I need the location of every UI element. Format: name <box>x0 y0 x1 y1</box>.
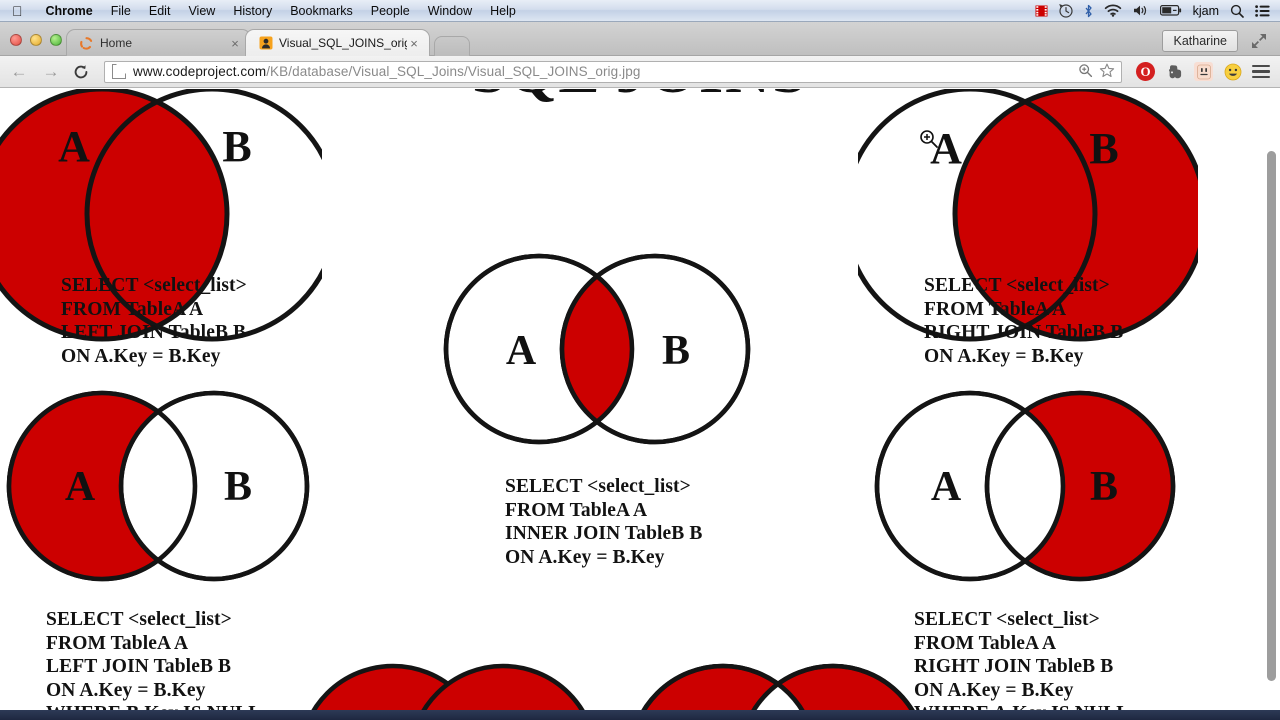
back-arrow-icon[interactable]: ← <box>6 59 32 85</box>
menu-item-chrome[interactable]: Chrome <box>37 0 102 22</box>
svg-text:B: B <box>1090 464 1118 510</box>
menu-item-history[interactable]: History <box>224 0 281 22</box>
chrome-home-favicon-icon <box>79 36 94 51</box>
tab-visual-sql-joins-image[interactable]: Visual_SQL_JOINS_orig.jpg × <box>245 29 430 56</box>
menu-item-window[interactable]: Window <box>419 0 481 22</box>
page-title: SQL JOINS <box>472 89 809 108</box>
menu-item-help[interactable]: Help <box>481 0 525 22</box>
tab-list: Home × Visual_SQL_JOINS_orig.jpg × <box>66 29 470 56</box>
time-machine-icon[interactable] <box>1058 3 1073 18</box>
window-traffic-lights <box>10 34 62 46</box>
screen-recording-icon[interactable] <box>1035 5 1048 17</box>
tab-title: Visual_SQL_JOINS_orig.jpg <box>279 36 407 50</box>
page-content-area: SQL JOINS A B SELECT <select_list> FROM … <box>0 89 1280 720</box>
tab-title: Home <box>100 36 133 50</box>
page-info-icon[interactable] <box>112 64 126 79</box>
menu-bar-username[interactable]: kjam <box>1193 4 1219 18</box>
svg-text:B: B <box>222 122 251 171</box>
forward-arrow-icon[interactable]: → <box>38 59 64 85</box>
menu-item-bookmarks[interactable]: Bookmarks <box>281 0 362 22</box>
pocket-extension-icon[interactable] <box>1194 62 1213 81</box>
venn-left-join-excluding: A B <box>0 386 322 586</box>
vertical-scrollbar[interactable] <box>1267 151 1276 681</box>
svg-text:A: A <box>506 328 537 374</box>
image-file-favicon-icon <box>258 36 273 51</box>
address-bar[interactable]: www.codeproject.com/KB/database/Visual_S… <box>104 60 1122 83</box>
close-window-button[interactable] <box>10 34 22 46</box>
sql-left-join: SELECT <select_list> FROM TableA A LEFT … <box>61 275 247 367</box>
svg-text:A: A <box>931 464 962 510</box>
tab-close-icon[interactable]: × <box>407 36 421 51</box>
new-tab-button[interactable] <box>434 36 470 56</box>
url-host: www.codeproject.com <box>133 64 267 79</box>
browser-tab-strip: Home × Visual_SQL_JOINS_orig.jpg × Katha… <box>0 22 1280 56</box>
menu-item-edit[interactable]: Edit <box>140 0 180 22</box>
fullscreen-icon[interactable] <box>1250 32 1268 50</box>
venn-inner-join: A B <box>436 249 766 449</box>
profile-name: Katharine <box>1173 34 1227 48</box>
battery-icon[interactable] <box>1159 5 1182 16</box>
volume-icon[interactable] <box>1133 4 1149 17</box>
sql-right-join-excluding: SELECT <select_list> FROM TableA A RIGHT… <box>914 609 1129 720</box>
bookmark-star-icon[interactable] <box>1099 63 1115 81</box>
smiley-extension-icon[interactable] <box>1223 62 1242 81</box>
svg-text:B: B <box>224 464 252 510</box>
chrome-menu-icon[interactable] <box>1252 64 1270 79</box>
svg-text:B: B <box>662 328 690 374</box>
address-bar-url: www.codeproject.com/KB/database/Visual_S… <box>133 64 640 79</box>
profile-button[interactable]: Katharine <box>1162 30 1238 52</box>
menu-bar-status-area: kjam <box>1035 3 1270 18</box>
maximize-window-button[interactable] <box>50 34 62 46</box>
apple-logo-icon[interactable]:  <box>12 4 23 18</box>
menu-item-file[interactable]: File <box>102 0 140 22</box>
url-path: /KB/database/Visual_SQL_Joins/Visual_SQL… <box>266 64 641 79</box>
wifi-icon[interactable] <box>1104 4 1122 17</box>
spotlight-search-icon[interactable] <box>1230 4 1244 18</box>
macos-menu-bar:  Chrome File Edit View History Bookmark… <box>0 0 1280 22</box>
reload-icon[interactable] <box>68 59 94 85</box>
svg-text:B: B <box>1089 124 1118 173</box>
sql-inner-join: SELECT <select_list> FROM TableA A INNER… <box>505 476 703 568</box>
desktop-taskbar-sliver <box>0 710 1280 720</box>
tab-home[interactable]: Home × <box>66 29 251 56</box>
opera-extension-icon[interactable]: O <box>1136 62 1155 81</box>
zoom-magnifier-icon[interactable] <box>1078 63 1093 81</box>
browser-toolbar: ← → www.codeproject.com/KB/database/Visu… <box>0 56 1280 88</box>
minimize-window-button[interactable] <box>30 34 42 46</box>
notification-center-icon[interactable] <box>1255 4 1270 17</box>
sql-right-join: SELECT <select_list> FROM TableA A RIGHT… <box>924 275 1124 367</box>
omnibox-actions <box>1078 63 1117 81</box>
evernote-extension-icon[interactable] <box>1165 62 1184 81</box>
menu-item-view[interactable]: View <box>179 0 224 22</box>
svg-text:A: A <box>65 464 96 510</box>
svg-text:A: A <box>58 122 90 171</box>
bluetooth-icon[interactable] <box>1084 4 1093 18</box>
extension-icons: O <box>1136 62 1242 81</box>
svg-text:A: A <box>930 124 962 173</box>
venn-right-join-excluding: A B <box>858 386 1198 586</box>
tab-close-icon[interactable]: × <box>228 36 242 51</box>
sql-left-join-excluding: SELECT <select_list> FROM TableA A LEFT … <box>46 609 261 720</box>
menu-item-people[interactable]: People <box>362 0 419 22</box>
